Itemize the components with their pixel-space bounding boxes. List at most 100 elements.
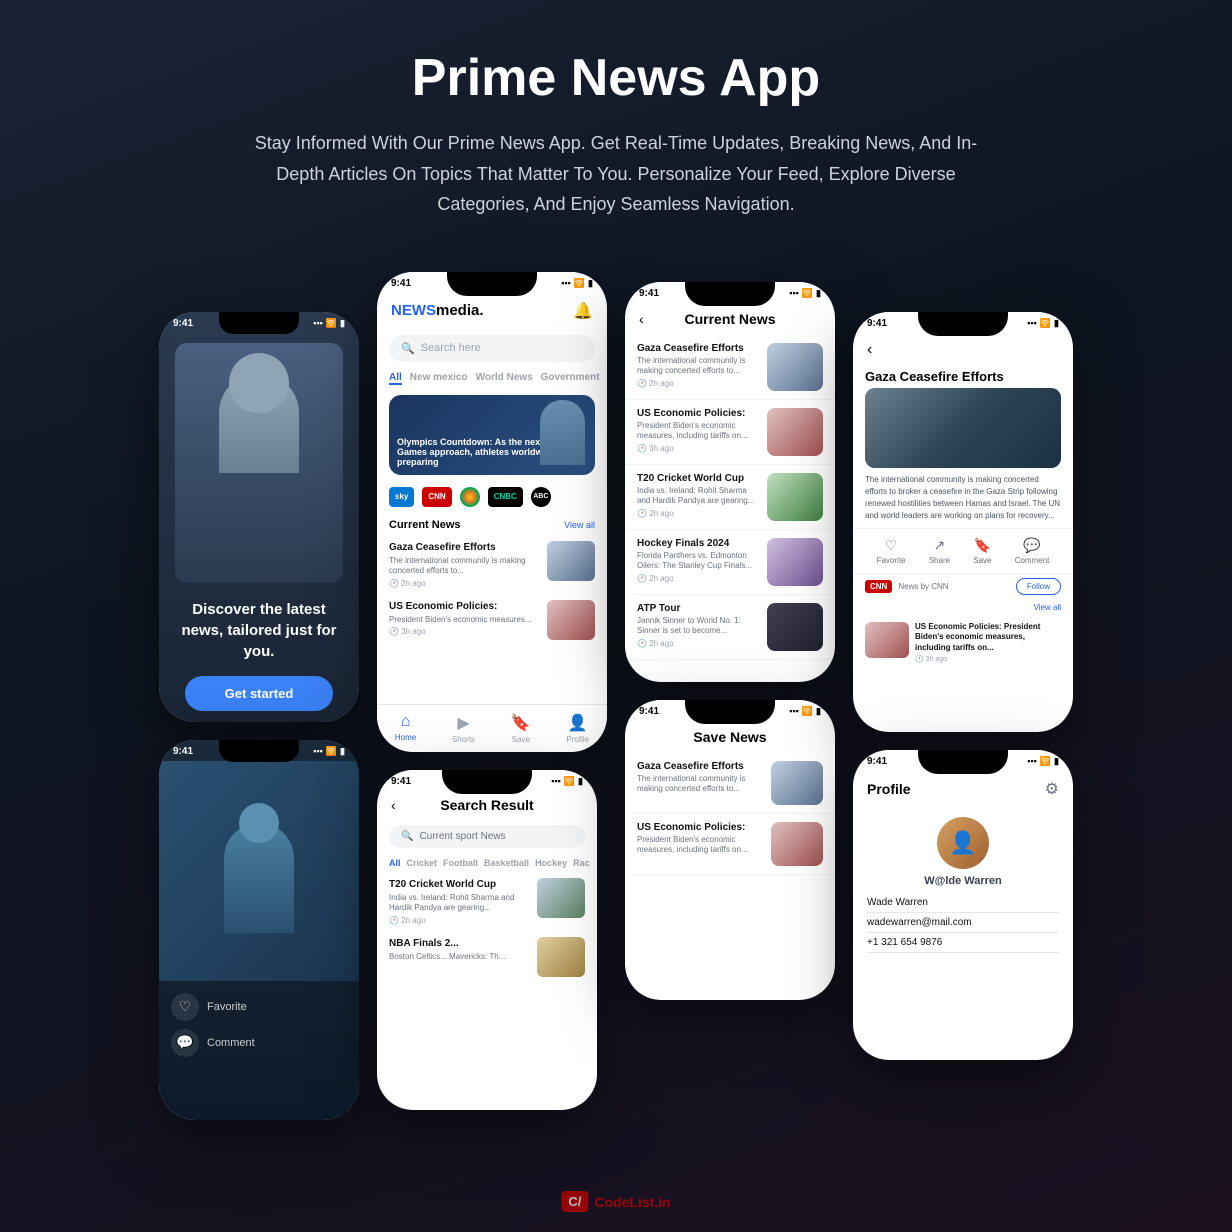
cn-thumb-1 <box>767 343 823 391</box>
profile-username: W@lde Warren <box>853 875 1073 887</box>
brand-sky: sky <box>389 487 414 507</box>
save-title-1: Gaza Ceasefire Efforts <box>637 761 763 772</box>
col-left: 9:41 ▪▪▪ 🛜 ▮ Discover the latest news, t… <box>159 272 359 1120</box>
search-item-1-desc: India vs. Ireland: Rohit Sharma and Hard… <box>389 893 529 914</box>
cn-thumb-3 <box>767 473 823 521</box>
notch <box>219 312 299 334</box>
search-item-2[interactable]: NBA Finals 2... Boston Celtics... Maveri… <box>377 931 597 983</box>
nav-shorts[interactable]: ▶ Shorts <box>452 713 475 744</box>
cat-world[interactable]: World News <box>476 372 533 385</box>
favorite-label: Favorite <box>207 1001 247 1013</box>
save-desc-1: The international community is making co… <box>637 774 763 795</box>
watermark-text: CodeList.in <box>594 1194 670 1210</box>
category-tags: All New mexico World News Government Edu <box>377 368 607 389</box>
cat-all[interactable]: All <box>389 372 402 385</box>
cat-newmexico[interactable]: New mexico <box>410 372 468 385</box>
share-icon: ↗ <box>934 537 946 554</box>
cn-title-1: Gaza Ceasefire Efforts <box>637 343 759 354</box>
sport-basketball[interactable]: Basketball <box>484 858 529 868</box>
follow-button[interactable]: Follow <box>1016 578 1061 595</box>
sport-cricket[interactable]: Cricket <box>407 858 438 868</box>
notch-sports <box>219 740 299 762</box>
save-item-1-content: Gaza Ceasefire Efforts The international… <box>637 761 763 805</box>
news-item-2-time: 🕐 3h ago <box>389 627 539 636</box>
nav-profile[interactable]: 👤 Profile <box>566 713 589 744</box>
back-arrow-current[interactable]: ‹ <box>639 311 644 327</box>
time-1: 9:41 <box>173 318 193 329</box>
cat-gov[interactable]: Government <box>541 372 600 385</box>
news-thumb-1 <box>547 541 595 581</box>
cn-time-5: 🕐 2h ago <box>637 639 759 648</box>
mini-news-1[interactable]: US Economic Policies: President Biden's … <box>853 618 1073 667</box>
watermark-logo: C/ <box>561 1191 588 1212</box>
view-all-art[interactable]: View all <box>1034 603 1061 614</box>
news-thumb-2 <box>547 600 595 640</box>
save-news-title: Save News <box>625 721 835 753</box>
current-item-3[interactable]: T20 Cricket World Cup India vs. Ireland:… <box>625 465 835 530</box>
cn-title-3: T20 Cricket World Cup <box>637 473 759 484</box>
gear-icon[interactable]: ⚙ <box>1045 779 1059 799</box>
col-center: 9:41 ▪▪▪ 🛜 ▮ NEWSmedia. 🔔 🔍 Search here … <box>377 272 607 1110</box>
cn-time-1: 🕐 2h ago <box>637 379 759 388</box>
phone-article: 9:41 ▪▪▪ 🛜 ▮ ‹ Gaza Ceasefire Efforts Th… <box>853 312 1073 732</box>
sports-image <box>159 761 359 981</box>
save-action[interactable]: 🔖 Save <box>973 537 991 565</box>
field-name-value: Wade Warren <box>867 897 1059 908</box>
sport-football[interactable]: Football <box>443 858 478 868</box>
save-item-2[interactable]: US Economic Policies: President Biden's … <box>625 814 835 875</box>
news-item-1[interactable]: Gaza Ceasefire Efforts The international… <box>377 535 607 594</box>
cn-title-4: Hockey Finals 2024 <box>637 538 759 549</box>
back-arrow-article[interactable]: ‹ <box>867 341 872 359</box>
nav-home[interactable]: ⌂ Home <box>395 713 416 744</box>
article-body: The international community is making co… <box>853 468 1073 528</box>
field-email-value: wadewarren@mail.com <box>867 917 1059 928</box>
share-action[interactable]: ↗ Share <box>929 537 950 565</box>
current-item-1[interactable]: Gaza Ceasefire Efforts The international… <box>625 335 835 400</box>
sport-rac[interactable]: Rac <box>573 858 590 868</box>
get-started-button[interactable]: Get started <box>185 676 334 711</box>
current-item-5-content: ATP Tour Jannik Sinner to World No. 1: S… <box>637 603 759 648</box>
current-item-3-content: T20 Cricket World Cup India vs. Ireland:… <box>637 473 759 518</box>
user-avatar: 👤 <box>937 817 989 869</box>
search-result-title: Search Result <box>440 797 533 813</box>
mini-time-1: 🕐 3h ago <box>915 655 1061 663</box>
cn-title-5: ATP Tour <box>637 603 759 614</box>
save-icon-art: 🔖 <box>974 537 991 554</box>
back-arrow-search[interactable]: ‹ <box>391 797 396 813</box>
page-header: Prime News App Stay Informed With Our Pr… <box>0 0 1232 252</box>
search-result-header: ‹ Search Result <box>377 791 597 819</box>
mini-thumb-1 <box>865 622 909 658</box>
notch-main <box>447 272 537 296</box>
save-title-2: US Economic Policies: <box>637 822 763 833</box>
bottom-nav: ⌂ Home ▶ Shorts 🔖 Save 👤 Profile <box>377 704 607 752</box>
comment-action: 💬 Comment <box>171 1029 347 1057</box>
news-item-2[interactable]: US Economic Policies: President Biden's … <box>377 594 607 646</box>
news-logo: NEWSmedia. <box>391 302 484 319</box>
fav-action[interactable]: ♡ Favorite <box>877 537 906 565</box>
bell-icon[interactable]: 🔔 <box>573 301 593 321</box>
sport-all[interactable]: All <box>389 858 401 868</box>
search-item-1[interactable]: T20 Cricket World Cup India vs. Ireland:… <box>377 872 597 931</box>
search-thumb-2 <box>537 937 585 977</box>
news-item-1-time: 🕐 2h ago <box>389 579 539 588</box>
current-item-5[interactable]: ATP Tour Jannik Sinner to World No. 1: S… <box>625 595 835 660</box>
comment-action-art[interactable]: 💬 Comment <box>1015 537 1050 565</box>
search-item-1-content: T20 Cricket World Cup India vs. Ireland:… <box>389 878 529 925</box>
nav-save[interactable]: 🔖 Save <box>511 713 531 744</box>
current-item-2[interactable]: US Economic Policies: President Biden's … <box>625 400 835 465</box>
favorite-action: ♡ Favorite <box>171 993 347 1021</box>
news-item-2-content: US Economic Policies: President Biden's … <box>389 600 539 636</box>
view-all-main[interactable]: View all <box>564 520 595 530</box>
sport-hockey[interactable]: Hockey <box>535 858 567 868</box>
more-news-title: More News <box>865 603 918 614</box>
current-item-4[interactable]: Hockey Finals 2024 Florida Panthers vs. … <box>625 530 835 595</box>
article-nav: ‹ <box>853 333 1073 363</box>
sports-actions: ♡ Favorite 💬 Comment <box>159 981 359 1069</box>
cn-time-2: 🕐 3h ago <box>637 444 759 453</box>
search-input[interactable]: 🔍 Current sport News <box>389 825 585 848</box>
cn-time-3: 🕐 2h ago <box>637 509 759 518</box>
profile-name-field: Wade Warren <box>867 897 1059 913</box>
search-bar-main[interactable]: 🔍 Search here <box>389 335 595 362</box>
save-item-1[interactable]: Gaza Ceasefire Efforts The international… <box>625 753 835 814</box>
page-subtitle: Stay Informed With Our Prime News App. G… <box>236 128 996 220</box>
